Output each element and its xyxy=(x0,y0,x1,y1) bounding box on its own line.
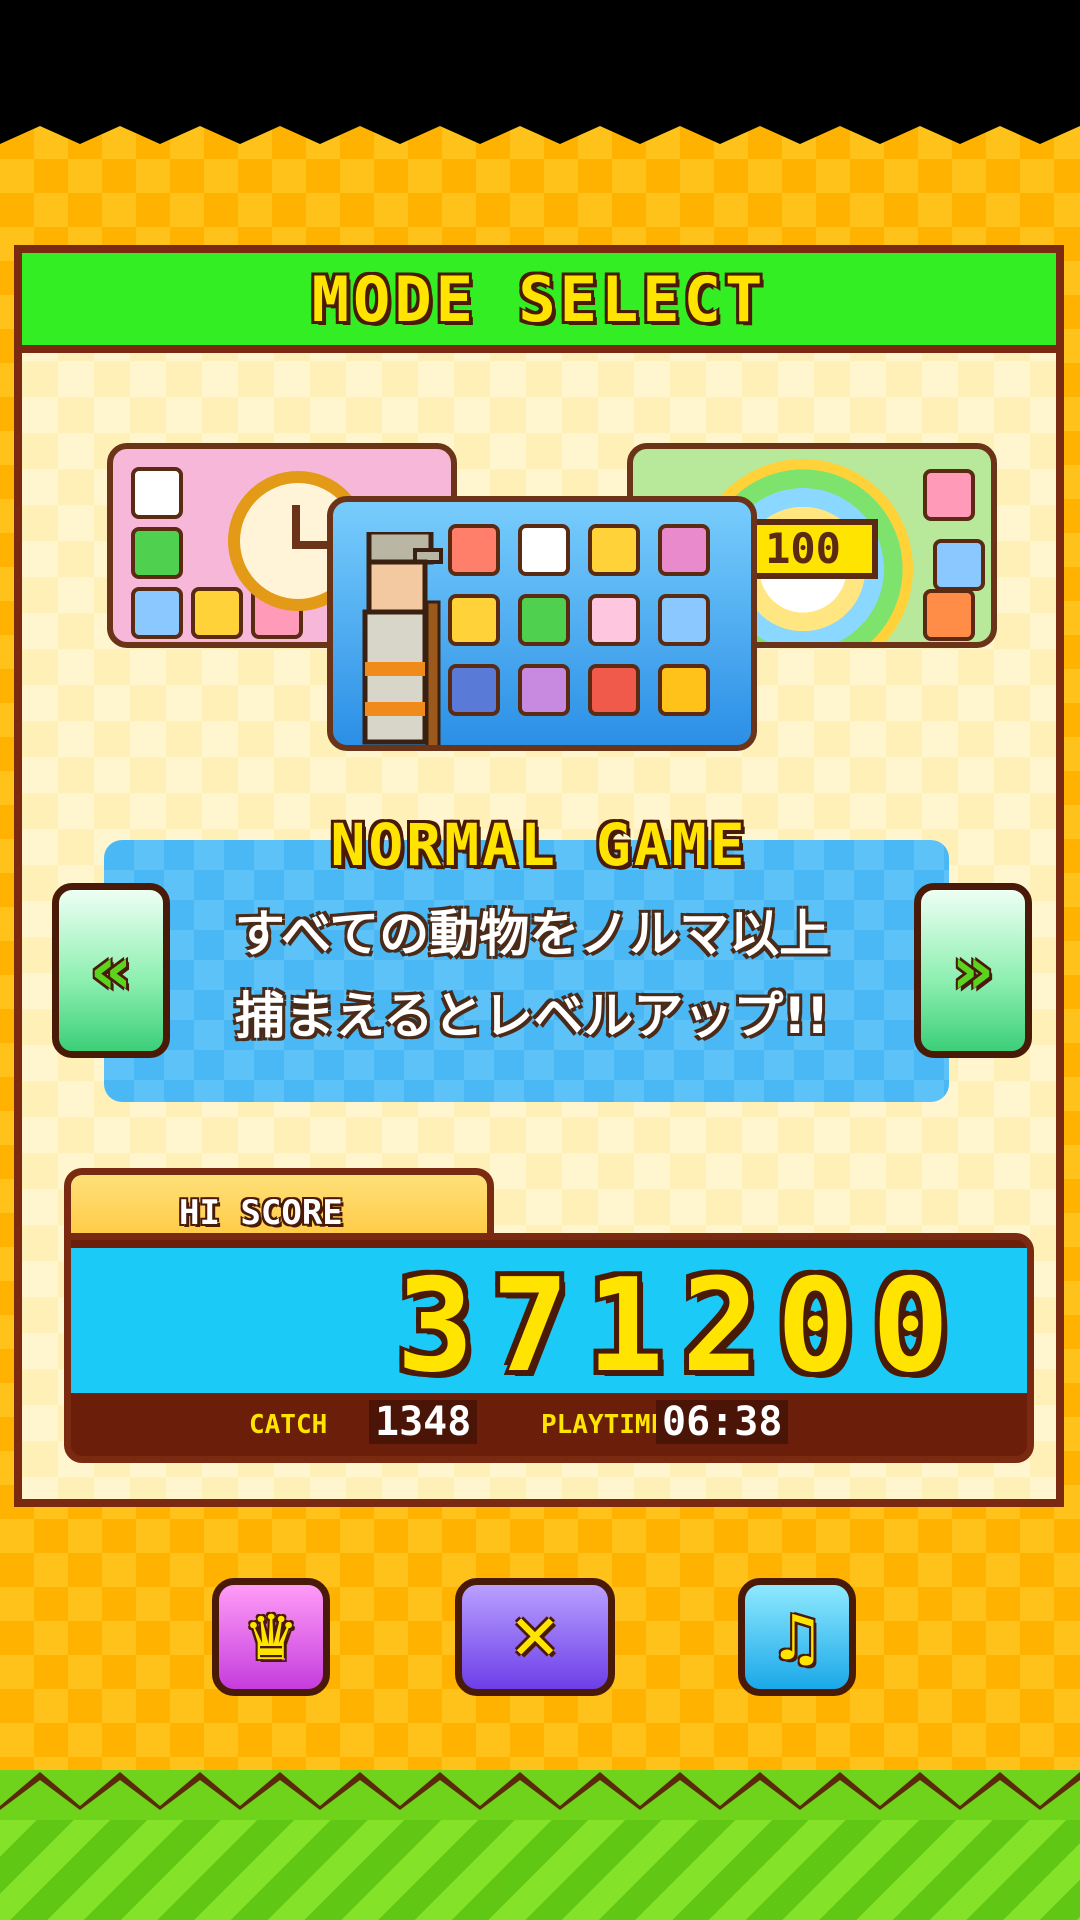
page-title: MODE SELECT xyxy=(311,262,767,336)
animal-tile-icon xyxy=(448,594,500,646)
hiscore-box: 371200 CATCH 1348 PLAYTIME 06:38 xyxy=(64,1233,1034,1463)
mode-select-panel: MODE SELECT 100 NORMAL GAME すべての動物をノルマ以上… xyxy=(14,245,1064,1507)
animal-tile-icon xyxy=(933,539,985,591)
close-icon: ✕ xyxy=(509,1600,561,1674)
panel-header: MODE SELECT xyxy=(22,253,1056,353)
animal-tile-icon xyxy=(588,594,640,646)
next-mode-button[interactable]: » xyxy=(914,883,1032,1058)
playtime-value: 06:38 xyxy=(656,1400,789,1444)
hiscore-screen: 371200 xyxy=(71,1248,1027,1393)
animal-tile-icon xyxy=(131,467,183,519)
animal-tile-icon xyxy=(518,524,570,576)
animal-tile-icon xyxy=(658,594,710,646)
mode-description: すべての動物をノルマ以上 捕まえるとレベルアップ!! xyxy=(132,893,932,1057)
animal-tile-icon xyxy=(448,664,500,716)
mode-name: NORMAL GAME xyxy=(330,811,748,879)
grass-stripes xyxy=(0,1820,1080,1920)
animal-tile-icon xyxy=(658,524,710,576)
animal-tile-icon xyxy=(518,594,570,646)
mode-card-normal-selected[interactable] xyxy=(327,496,757,751)
crown-icon: ♛ xyxy=(243,1600,299,1674)
animal-tile-icon xyxy=(923,589,975,641)
ranking-crown-button[interactable]: ♛ xyxy=(212,1578,330,1696)
top-zigzag-border xyxy=(0,110,1080,144)
animal-tile-icon xyxy=(658,664,710,716)
animal-tile-icon xyxy=(923,469,975,521)
animal-tile-icon xyxy=(131,587,183,639)
music-button[interactable]: ♫ xyxy=(738,1578,856,1696)
description-line-1: すべての動物をノルマ以上 xyxy=(234,905,830,963)
animal-tile-icon xyxy=(518,664,570,716)
animal-tile-icon xyxy=(588,524,640,576)
description-line-2: 捕まえるとレベルアップ!! xyxy=(234,987,830,1045)
hunter-character-icon xyxy=(362,532,443,745)
close-button[interactable]: ✕ xyxy=(455,1578,615,1696)
animal-tile-icon xyxy=(588,664,640,716)
animal-tile-icon xyxy=(448,524,500,576)
animal-tile-icon xyxy=(191,587,243,639)
hiscore-label: HI SCORE xyxy=(179,1193,343,1233)
playtime-label: PLAYTIME xyxy=(541,1410,667,1440)
hiscore-value: 371200 xyxy=(396,1252,967,1401)
status-bar-area xyxy=(0,0,1080,125)
catch-label: CATCH xyxy=(249,1410,328,1440)
prev-mode-button[interactable]: « xyxy=(52,883,170,1058)
bottom-zigzag-border xyxy=(0,1772,1080,1810)
catch-value: 1348 xyxy=(369,1400,478,1444)
animal-tile-icon xyxy=(131,527,183,579)
music-note-icon: ♫ xyxy=(769,1600,825,1674)
